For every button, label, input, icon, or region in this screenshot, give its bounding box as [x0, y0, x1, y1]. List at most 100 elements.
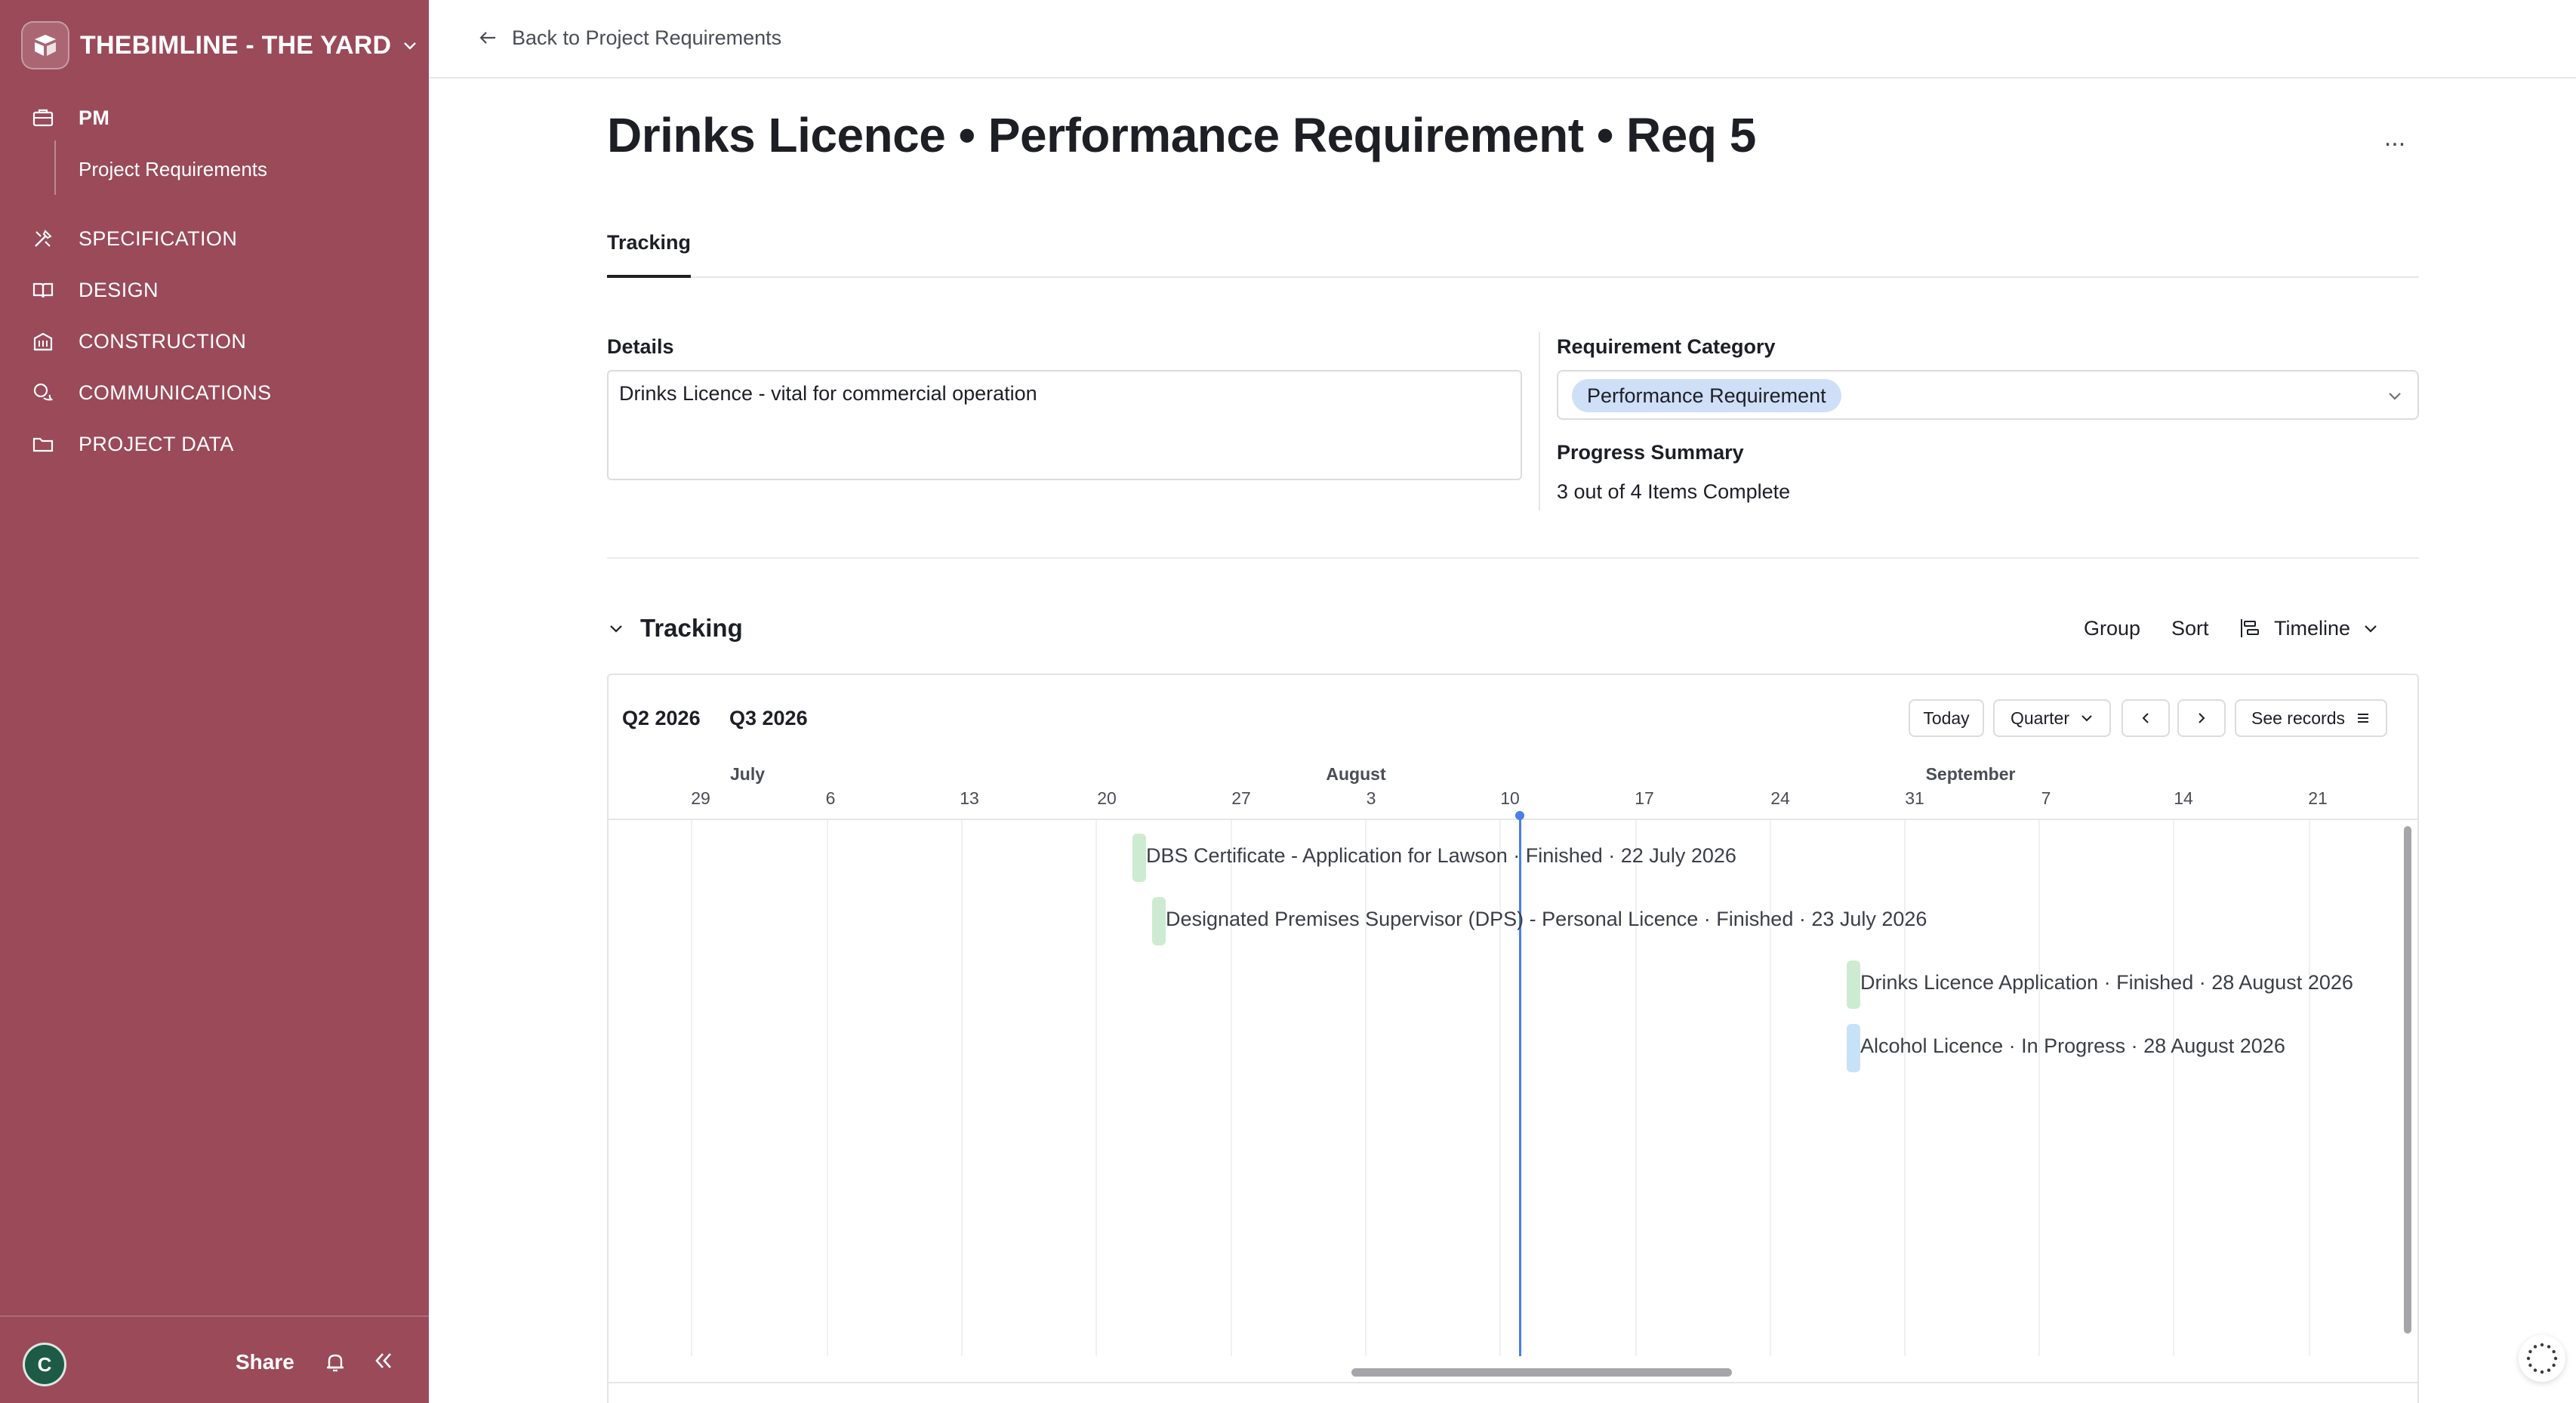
sidebar-item-pm[interactable]: PM	[30, 97, 109, 139]
sidebar-item-label: CONSTRUCTION	[79, 329, 247, 353]
timeline-bar[interactable]	[1132, 834, 1146, 882]
month-label: August	[1326, 764, 1386, 784]
sub-nav-rail	[54, 140, 56, 195]
list-icon	[2358, 714, 2368, 723]
sidebar-item-construction[interactable]: CONSTRUCTION	[30, 320, 246, 362]
folder-icon	[30, 431, 56, 457]
progress-summary-label: Progress Summary	[1557, 441, 1744, 464]
tracking-section-toggle[interactable]: Tracking	[607, 613, 743, 643]
section-divider	[607, 557, 2419, 559]
chevron-left-icon	[2142, 713, 2149, 723]
timeline-item-label[interactable]: DBS Certificate - Application for Lawson…	[1146, 844, 1736, 868]
today-marker-dot	[1515, 811, 1524, 820]
day-label: 29	[691, 788, 710, 808]
vertical-scrollbar[interactable]	[2404, 826, 2411, 1334]
day-label: 21	[2308, 788, 2328, 808]
grid-line	[1365, 820, 1367, 1356]
timeline-bar[interactable]	[1847, 1024, 1860, 1072]
timeline-item-label[interactable]: Designated Premises Supervisor (DPS) - P…	[1166, 908, 1927, 931]
chevron-down-icon	[2365, 625, 2377, 633]
workspace-logo-icon	[21, 21, 69, 69]
details-label: Details	[607, 335, 674, 358]
chevron-right-icon	[2199, 713, 2205, 723]
requirement-category-select[interactable]: Performance Requirement	[1557, 370, 2419, 420]
today-button[interactable]: Today	[1909, 699, 1984, 737]
chevron-down-icon	[402, 37, 418, 54]
view-switcher-button[interactable]: Timeline	[2238, 613, 2379, 643]
day-label: 7	[2041, 788, 2051, 808]
day-label: 24	[1770, 788, 1790, 808]
tab-tracking[interactable]: Tracking	[607, 224, 692, 278]
timeline-bar[interactable]	[1152, 897, 1166, 945]
grid-line	[1770, 820, 1771, 1356]
sidebar-item-label: DESIGN	[79, 278, 159, 301]
tracking-section-title: Tracking	[640, 614, 743, 642]
grid-line	[2173, 820, 2174, 1356]
grid-line	[1095, 820, 1097, 1356]
see-records-button[interactable]: See records	[2235, 699, 2387, 737]
grid-line	[691, 820, 692, 1356]
day-label: 17	[1635, 788, 1654, 808]
day-label: 13	[960, 788, 979, 808]
scale-select[interactable]: Quarter	[1993, 699, 2111, 737]
previous-button[interactable]	[2122, 699, 2170, 737]
tab-bar: Tracking	[607, 224, 2419, 278]
share-button[interactable]: Share	[236, 1350, 294, 1374]
details-field[interactable]: Drinks Licence - vital for commercial op…	[607, 370, 1522, 480]
timeline-icon	[2241, 619, 2259, 637]
sort-button[interactable]: Sort	[2171, 613, 2209, 643]
arrow-left-icon	[479, 32, 495, 44]
sidebar-item-project-requirements[interactable]: Project Requirements	[79, 153, 267, 186]
loading-spinner-icon[interactable]	[2519, 1335, 2565, 1382]
sidebar-item-design[interactable]: DESIGN	[30, 269, 159, 311]
grid-line	[2309, 820, 2310, 1356]
sidebar-item-communications[interactable]: COMMUNICATIONS	[30, 372, 272, 414]
back-link[interactable]: Back to Project Requirements	[477, 23, 781, 53]
chevron-down-icon	[2081, 715, 2092, 722]
day-label: 3	[1366, 788, 1376, 808]
sidebar-item-label: PROJECT DATA	[79, 432, 234, 455]
collapse-sidebar-icon[interactable]	[370, 1347, 397, 1374]
quarter-label: Q3 2026	[729, 707, 808, 729]
see-records-label: See records	[2251, 708, 2345, 728]
view-switcher-label: Timeline	[2274, 616, 2351, 640]
tools-icon	[30, 226, 56, 251]
day-label: 10	[1500, 788, 1520, 808]
sidebar-item-label: COMMUNICATIONS	[79, 381, 272, 404]
horizontal-scrollbar[interactable]	[1351, 1368, 1732, 1377]
bell-icon[interactable]	[322, 1349, 349, 1376]
category-tag: Performance Requirement	[1572, 379, 1841, 412]
requirement-category-label: Requirement Category	[1557, 335, 1776, 358]
day-label: 31	[1905, 788, 1924, 808]
chevron-down-icon	[2386, 387, 2404, 409]
timeline-view: Q2 2026 Q3 2026 Today Quarter See record…	[607, 674, 2419, 1403]
day-label: 6	[825, 788, 836, 808]
more-options-button[interactable]: ...	[2378, 121, 2411, 154]
top-bar: Back to Project Requirements	[429, 0, 2576, 79]
quarter-label: Q2 2026	[622, 707, 701, 729]
avatar[interactable]: C	[23, 1343, 66, 1386]
sidebar-item-project-data[interactable]: PROJECT DATA	[30, 423, 234, 465]
month-label: July	[729, 764, 766, 784]
day-label: 14	[2174, 788, 2193, 808]
timeline-item-label[interactable]: Drinks Licence Application · Finished · …	[1860, 971, 2353, 994]
grid-line	[2038, 820, 2040, 1356]
month-label: September	[1925, 764, 2016, 784]
group-button[interactable]: Group	[2084, 613, 2140, 643]
field-divider	[1539, 332, 1540, 510]
day-label: 27	[1231, 788, 1251, 808]
next-button[interactable]	[2177, 699, 2226, 737]
chat-icon	[30, 380, 56, 405]
workspace-switcher[interactable]: THEBIMLINE - THE YARD	[21, 21, 418, 69]
sidebar-item-specification[interactable]: SPECIFICATION	[30, 217, 237, 260]
grid-line	[1499, 820, 1501, 1356]
briefcase-icon	[30, 105, 56, 131]
timeline-item-label[interactable]: Alcohol Licence · In Progress · 28 Augus…	[1860, 1035, 2285, 1058]
building-icon	[30, 328, 56, 354]
page-title: Drinks Licence • Performance Requirement…	[607, 108, 1756, 162]
timeline-bar[interactable]	[1847, 961, 1860, 1009]
grid-line	[961, 820, 963, 1356]
scale-select-label: Quarter	[2011, 708, 2069, 728]
progress-summary-value: 3 out of 4 Items Complete	[1557, 480, 1791, 503]
timeline-footer-divider	[609, 1382, 2417, 1383]
